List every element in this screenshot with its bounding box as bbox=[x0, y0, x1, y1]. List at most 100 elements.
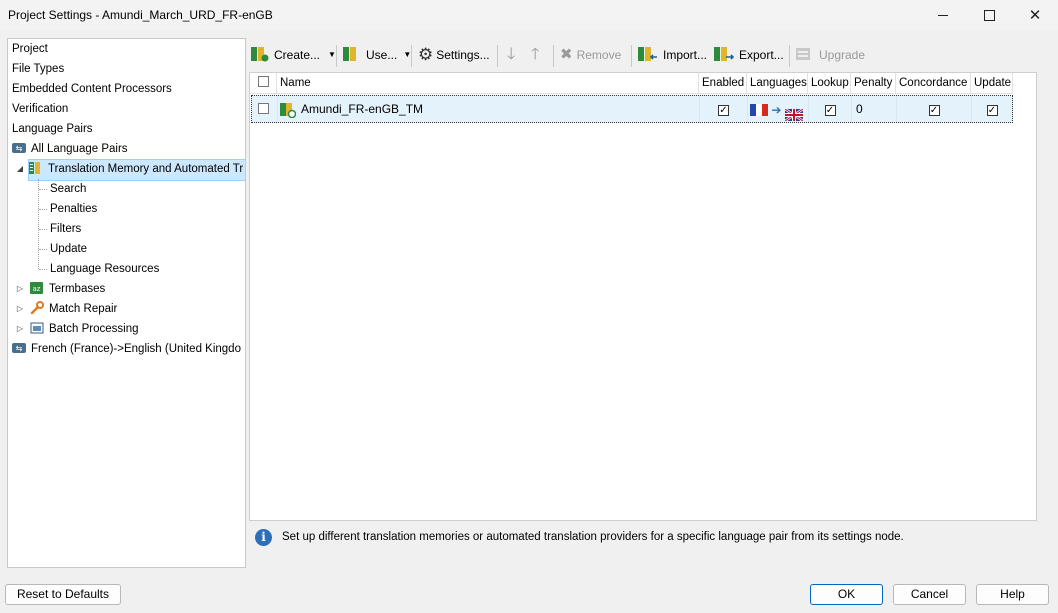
language-pair-icon: ⇆ bbox=[12, 341, 26, 355]
arrow-down-icon: 🡓 bbox=[507, 46, 516, 63]
table-row[interactable]: Amundi_FR-enGB_TM ✓ ➔ ✓ 0 ✓ ✓ bbox=[251, 95, 1013, 123]
update-checkbox[interactable]: ✓ bbox=[986, 105, 998, 116]
column-header-languages[interactable]: Languages bbox=[747, 73, 808, 94]
expand-arrow-icon[interactable]: ▷ bbox=[15, 279, 25, 299]
settings-button[interactable]: ⚙ Settings... bbox=[418, 45, 490, 65]
close-icon: ✕ bbox=[1028, 7, 1042, 24]
tree-item-label: Match Repair bbox=[49, 303, 118, 315]
ok-button[interactable]: OK bbox=[810, 584, 883, 605]
tree-connector bbox=[39, 229, 47, 230]
tree-item-french-english[interactable]: ⇆ French (France)->English (United Kingdo bbox=[12, 339, 241, 359]
use-button[interactable]: Use... ▼ bbox=[343, 45, 411, 65]
tree-item-label: Verification bbox=[12, 103, 69, 115]
tree-item-all-language-pairs[interactable]: ⇆ All Language Pairs bbox=[12, 139, 128, 159]
update-cell: ✓ bbox=[972, 96, 1012, 122]
column-header-enabled[interactable]: Enabled bbox=[699, 73, 747, 94]
column-header-label: Update bbox=[974, 77, 1012, 89]
expand-arrow-icon[interactable]: ▷ bbox=[15, 299, 25, 319]
tree-connector bbox=[39, 209, 47, 210]
tree-item-label: Search bbox=[50, 183, 87, 195]
import-label: Import... bbox=[663, 48, 708, 62]
tree-item-batch-processing[interactable]: Batch Processing bbox=[30, 319, 139, 339]
tree-item-verification[interactable]: Verification bbox=[12, 99, 68, 119]
collapse-arrow-icon[interactable]: ◢ bbox=[15, 159, 25, 179]
import-button[interactable]: Import... bbox=[638, 45, 707, 65]
tree-item-label: Language Resources bbox=[50, 263, 160, 275]
svg-text:az: az bbox=[33, 285, 41, 293]
concordance-cell: ✓ bbox=[897, 96, 972, 122]
languages-cell: ➔ bbox=[748, 96, 809, 122]
settings-tree: Project File Types Embedded Content Proc… bbox=[7, 38, 246, 568]
france-flag-icon bbox=[750, 103, 768, 116]
minimize-icon bbox=[938, 14, 948, 16]
tree-item-language-resources[interactable]: Language Resources bbox=[50, 259, 159, 279]
tree-item-language-pairs[interactable]: Language Pairs bbox=[12, 119, 93, 139]
column-header-update[interactable]: Update bbox=[971, 73, 1013, 94]
tree-item-translation-memory[interactable]: Translation Memory and Automated Tr bbox=[28, 159, 245, 181]
tree-item-label: Termbases bbox=[49, 283, 106, 295]
title-bar: Project Settings - Amundi_March_URD_FR-e… bbox=[0, 0, 1058, 30]
toolbar-separator bbox=[497, 45, 498, 67]
cancel-button[interactable]: Cancel bbox=[893, 584, 966, 605]
tree-item-search[interactable]: Search bbox=[50, 179, 86, 199]
reset-to-defaults-button[interactable]: Reset to Defaults bbox=[5, 584, 121, 605]
export-icon bbox=[714, 46, 735, 62]
tree-connector bbox=[38, 179, 39, 269]
column-header-name[interactable]: Name bbox=[277, 73, 699, 94]
tree-item-label: Filters bbox=[50, 223, 82, 235]
penalty-cell[interactable]: 0 bbox=[852, 96, 897, 122]
tree-item-label: Batch Processing bbox=[49, 323, 139, 335]
minimize-button[interactable] bbox=[920, 0, 966, 30]
tree-item-label: Language Pairs bbox=[12, 123, 93, 135]
tree-item-penalties[interactable]: Penalties bbox=[50, 199, 97, 219]
maximize-button[interactable] bbox=[966, 0, 1012, 30]
termbase-icon: az bbox=[30, 281, 44, 295]
tree-item-filters[interactable]: Filters bbox=[50, 219, 81, 239]
row-select-cell bbox=[252, 96, 278, 122]
toolbar: Create... ▼ Use... ▼ ⚙ Settings... 🡓 🡑 ✖… bbox=[249, 41, 1037, 69]
column-header-label: Languages bbox=[750, 77, 807, 89]
column-header-penalty[interactable]: Penalty bbox=[851, 73, 896, 94]
tm-name: Amundi_FR-enGB_TM bbox=[301, 102, 424, 116]
column-header-label: Concordance bbox=[899, 77, 968, 89]
tree-item-update[interactable]: Update bbox=[50, 239, 87, 259]
close-button[interactable]: ✕ bbox=[1012, 0, 1058, 30]
create-button[interactable]: Create... ▼ bbox=[251, 45, 336, 65]
upgrade-button[interactable]: Upgrade bbox=[796, 45, 865, 65]
gear-icon: ⚙ bbox=[418, 45, 434, 64]
maximize-icon bbox=[983, 9, 995, 21]
export-button[interactable]: Export... bbox=[714, 45, 784, 65]
expand-arrow-icon[interactable]: ▷ bbox=[15, 319, 25, 339]
tree-connector bbox=[39, 269, 47, 270]
create-label: Create... bbox=[274, 48, 321, 62]
wrench-icon bbox=[30, 300, 44, 315]
export-label: Export... bbox=[739, 48, 784, 62]
lookup-cell: ✓ bbox=[809, 96, 852, 122]
dropdown-arrow-icon[interactable]: ▼ bbox=[328, 45, 336, 65]
tree-item-project[interactable]: Project bbox=[12, 39, 48, 59]
tree-item-embedded-content-processors[interactable]: Embedded Content Processors bbox=[12, 79, 172, 99]
tree-item-file-types[interactable]: File Types bbox=[12, 59, 64, 79]
row-select-checkbox[interactable] bbox=[258, 103, 269, 114]
move-up-button[interactable]: 🡑 bbox=[531, 45, 539, 65]
select-all-checkbox[interactable] bbox=[258, 76, 269, 87]
column-header-lookup[interactable]: Lookup bbox=[808, 73, 851, 94]
translation-memory-file-icon bbox=[280, 101, 297, 119]
help-button[interactable]: Help bbox=[976, 584, 1049, 605]
translation-memory-icon bbox=[29, 161, 43, 175]
tree-item-match-repair[interactable]: Match Repair bbox=[30, 299, 117, 319]
window-title: Project Settings - Amundi_March_URD_FR-e… bbox=[8, 8, 273, 22]
toolbar-separator bbox=[553, 45, 554, 67]
column-header-label: Lookup bbox=[811, 77, 849, 89]
column-header-concordance[interactable]: Concordance bbox=[896, 73, 971, 94]
toolbar-separator bbox=[789, 45, 790, 67]
arrow-up-icon: 🡑 bbox=[531, 46, 540, 63]
enabled-checkbox[interactable]: ✓ bbox=[718, 105, 729, 116]
tree-item-termbases[interactable]: az Termbases bbox=[30, 279, 105, 299]
info-icon: i bbox=[255, 528, 272, 546]
lookup-checkbox[interactable]: ✓ bbox=[824, 105, 836, 116]
concordance-checkbox[interactable]: ✓ bbox=[928, 105, 940, 116]
move-down-button[interactable]: 🡓 bbox=[507, 45, 515, 65]
remove-button[interactable]: ✖ Remove bbox=[560, 45, 621, 65]
column-header-label: Enabled bbox=[702, 77, 745, 89]
